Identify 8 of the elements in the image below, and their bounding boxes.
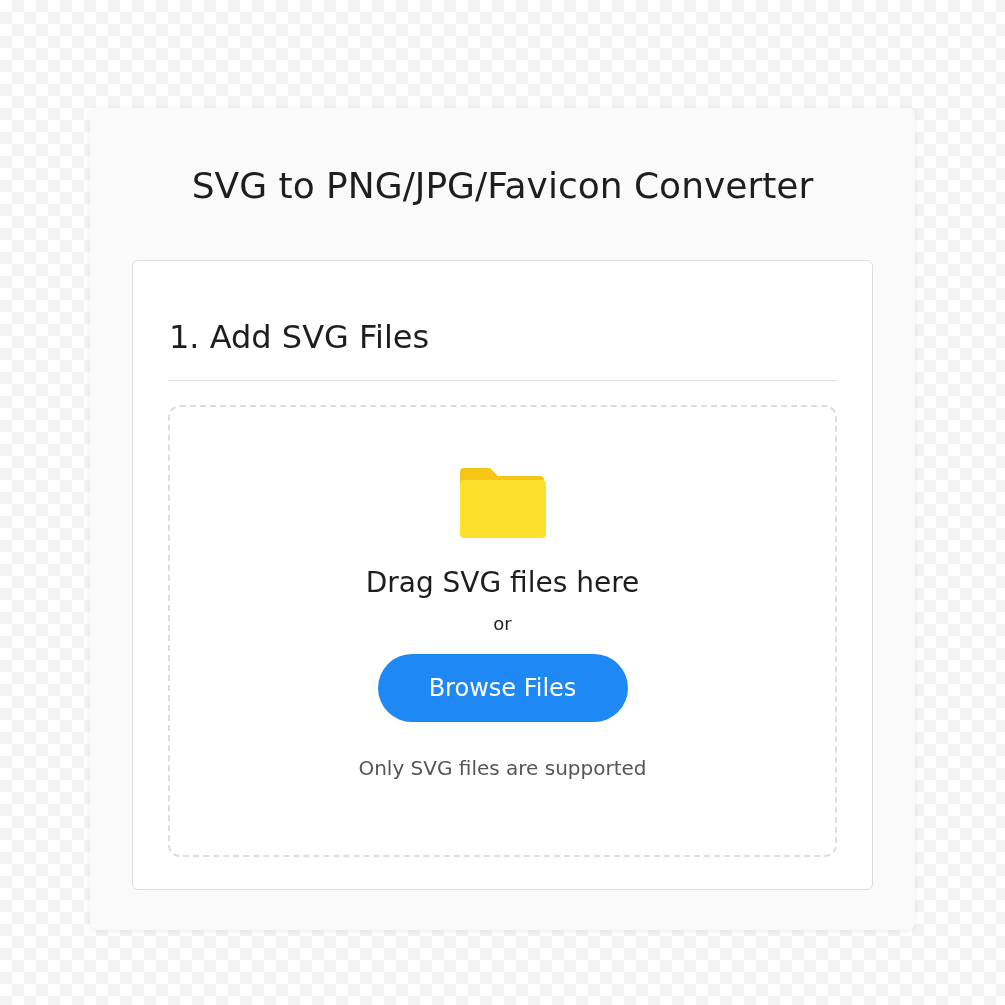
support-note: Only SVG files are supported bbox=[358, 756, 647, 780]
folder-icon bbox=[459, 468, 546, 538]
browse-files-button[interactable]: Browse Files bbox=[377, 654, 628, 722]
page-title: SVG to PNG/JPG/Favicon Converter bbox=[190, 164, 815, 208]
drop-prompt: Drag SVG files here bbox=[365, 566, 640, 599]
drop-zone[interactable]: Drag SVG files here or Browse Files Only SVG files are supported bbox=[168, 405, 837, 857]
section-heading: 1. Add SVG Files bbox=[169, 317, 431, 358]
separator-text: or bbox=[493, 613, 512, 634]
